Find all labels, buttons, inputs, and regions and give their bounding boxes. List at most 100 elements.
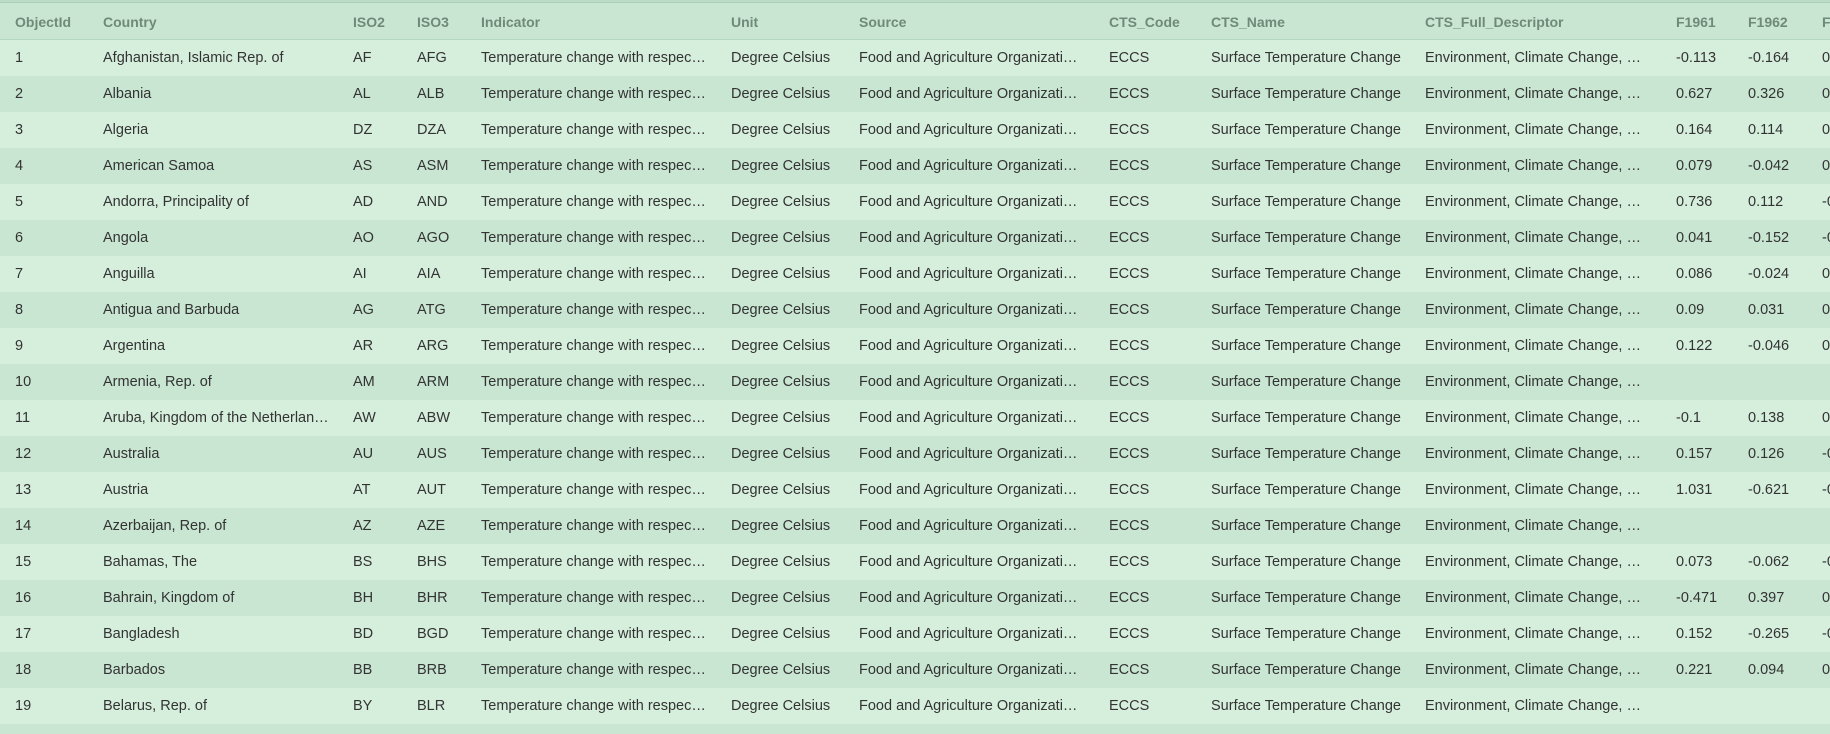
cell-objectid: 9 [15,338,24,354]
table-row[interactable]: 15 Bahamas, The BS BHS Temperature change wi… [0,544,1830,580]
column-header-cts-full-descriptor[interactable]: CTS_Full_Descriptor [1425,3,1670,39]
cell-objectid: 19 [15,698,32,714]
cell-iso3: DZA [417,122,446,138]
table-row[interactable]: 7 Anguilla AI AIA Temperature change with re… [0,256,1830,292]
column-header-cts-name[interactable]: CTS_Name [1211,3,1421,39]
column-header-source[interactable]: Source [859,3,1104,39]
cell-objectid: 13 [15,482,32,498]
table-row[interactable]: 10 Armenia, Rep. of AM ARM Temperature chang… [0,364,1830,400]
table-row[interactable]: 14 Azerbaijan, Rep. of AZ AZE Temperature ch… [0,508,1830,544]
cell-iso3: ARG [417,338,449,354]
column-header-indicator[interactable]: Indicator [481,3,726,39]
cell-objectid: 6 [15,230,24,246]
table-row[interactable]: 16 Bahrain, Kingdom of BH BHR Temperature ch… [0,580,1830,616]
cell-cts-code: ECCS [1109,518,1150,534]
cell-cts-name: Surface Temperature Change [1211,410,1401,426]
column-header-unit[interactable]: Unit [731,3,856,39]
cell-f1961: 0.09 [1676,302,1705,318]
table-row[interactable]: 4 American Samoa AS ASM Temperature change w… [0,148,1830,184]
cell-source: Food and Agriculture Organizati… [859,374,1078,390]
column-header-f1962[interactable]: F1962 [1748,3,1814,39]
cell-source: Food and Agriculture Organizati… [859,626,1078,642]
cell-f1962 [1748,364,1814,400]
cell-cts-code: ECCS [1109,590,1150,606]
cell-country: Angola [103,230,149,246]
cell-iso2: AZ [353,518,372,534]
cell-objectid: 14 [15,518,32,534]
cell-cts-full-descriptor: Environment, Climate Change, … [1425,590,1641,606]
cell-iso2: AD [353,194,374,210]
cell-f1962: -0.621 [1748,482,1790,498]
cell-f1962: 0.138 [1748,410,1785,426]
cell-source: Food and Agriculture Organizati… [859,230,1078,246]
cell-f1961: 0.079 [1676,158,1713,174]
column-header-f1963[interactable]: F [1822,3,1830,39]
cell-iso3: AGO [417,230,450,246]
cell-f1963: 0. [1822,50,1830,66]
cell-f1961: 0.122 [1676,338,1713,354]
cell-f1962: -0.024 [1748,266,1790,282]
cell-f1963: 0. [1822,410,1830,426]
table-row[interactable]: 3 Algeria DZ DZA Temperature change with res… [0,112,1830,148]
table-row[interactable]: 6 Angola AO AGO Temperature change with resp… [0,220,1830,256]
cell-cts-name: Surface Temperature Change [1211,230,1401,246]
cell-f1963: 0. [1822,662,1830,678]
cell-cts-full-descriptor: Environment, Climate Change, … [1425,230,1641,246]
table-row[interactable]: 18 Barbados BB BRB Temperature change with r… [0,652,1830,688]
data-grid: ObjectId Country ISO2 ISO3 Indicator Unit Sour… [0,0,1830,734]
table-row[interactable]: 12 Australia AU AUS Temperature change with … [0,436,1830,472]
table-row[interactable]: 11 Aruba, Kingdom of the Netherlan… AW ABW T… [0,400,1830,436]
cell-country: American Samoa [103,158,215,174]
cell-indicator: Temperature change with respec… [481,662,706,678]
cell-iso2: BY [353,698,373,714]
cell-cts-full-descriptor: Environment, Climate Change, … [1425,554,1641,570]
cell-f1963: -0 [1822,194,1830,210]
column-header-country[interactable]: Country [103,3,348,39]
cell-indicator: Temperature change with respec… [481,374,706,390]
cell-f1961: 0.157 [1676,446,1713,462]
column-header-iso3[interactable]: ISO3 [417,3,477,39]
cell-iso3: BHS [417,554,447,570]
table-row[interactable]: 1 Afghanistan, Islamic Rep. of AF AFG Temper… [0,40,1830,76]
cell-iso2: AW [353,410,376,426]
cell-indicator: Temperature change with respec… [481,482,706,498]
cell-iso3: ATG [417,302,446,318]
table-row[interactable]: 2 Albania AL ALB Temperature change with res… [0,76,1830,112]
cell-iso3: AUT [417,482,446,498]
column-header-cts-code[interactable]: CTS_Code [1109,3,1204,39]
cell-cts-full-descriptor: Environment, Climate Change, … [1425,518,1641,534]
cell-country: Barbados [103,662,166,678]
cell-f1962: -0.265 [1748,626,1790,642]
cell-indicator: Temperature change with respec… [481,518,706,534]
table-row[interactable]: 19 Belarus, Rep. of BY BLR Temperature chang… [0,688,1830,724]
cell-f1962: -0.164 [1748,50,1790,66]
cell-unit: Degree Celsius [731,50,831,66]
cell-indicator: Temperature change with respec… [481,86,706,102]
cell-iso3: BHR [417,590,448,606]
cell-f1962: 0.112 [1748,194,1784,210]
cell-unit: Degree Celsius [731,554,831,570]
cell-source: Food and Agriculture Organizati… [859,50,1078,66]
cell-f1961: 1.031 [1676,482,1713,498]
cell-cts-code: ECCS [1109,446,1150,462]
table-row[interactable]: 13 Austria AT AUT Temperature change with re… [0,472,1830,508]
cell-objectid: 11 [15,410,31,426]
cell-source: Food and Agriculture Organizati… [859,554,1078,570]
cell-unit: Degree Celsius [731,410,831,426]
table-row[interactable]: 17 Bangladesh BD BGD Temperature change with… [0,616,1830,652]
cell-unit: Degree Celsius [731,338,831,354]
table-row[interactable]: 8 Antigua and Barbuda AG ATG Temperature cha… [0,292,1830,328]
cell-f1963 [1822,688,1830,724]
cell-source: Food and Agriculture Organizati… [859,302,1078,318]
column-header-objectid[interactable]: ObjectId [15,3,95,39]
cell-unit: Degree Celsius [731,194,831,210]
column-header-iso2[interactable]: ISO2 [353,3,413,39]
cell-cts-full-descriptor: Environment, Climate Change, … [1425,410,1641,426]
cell-unit: Degree Celsius [731,374,831,390]
column-header-f1961[interactable]: F1961 [1676,3,1742,39]
table-row[interactable]: 5 Andorra, Principality of AD AND Temperatur… [0,184,1830,220]
cell-cts-code: ECCS [1109,626,1150,642]
table-row[interactable]: 9 Argentina AR ARG Temperature change with r… [0,328,1830,364]
cell-f1963: -0 [1822,230,1830,246]
cell-source: Food and Agriculture Organizati… [859,158,1078,174]
